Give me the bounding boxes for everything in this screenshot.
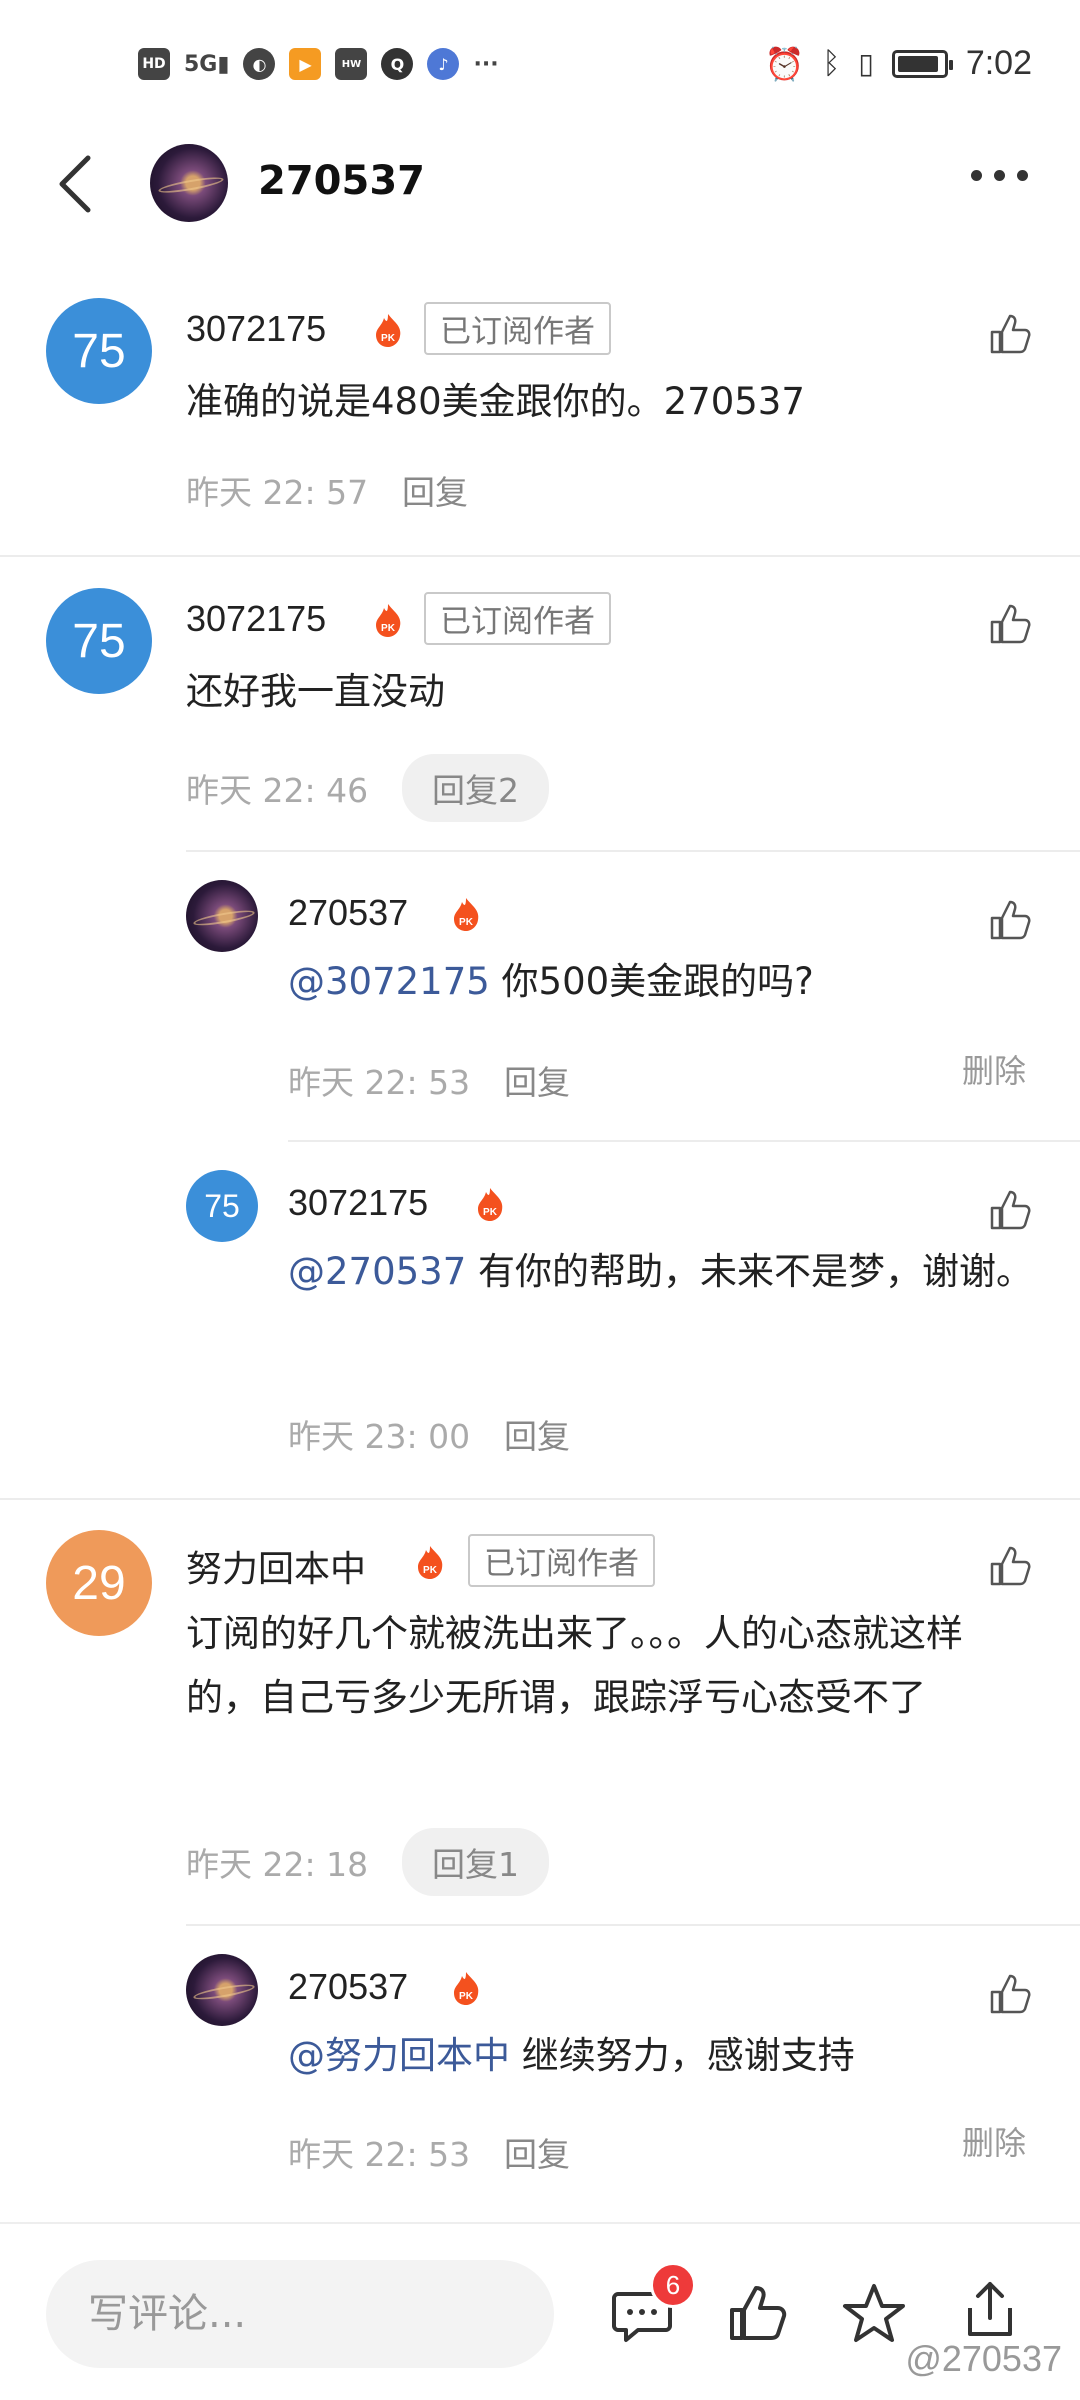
music-icon: ♪ — [427, 48, 460, 80]
video-app-icon: ▶ — [289, 48, 322, 80]
reply-user-avatar[interactable] — [186, 880, 258, 952]
reply-button[interactable]: 回复 — [402, 466, 468, 514]
reply-body: 继续努力，感谢支持 — [510, 2034, 855, 2077]
reply-body: 有你的帮助，未来不是梦，谢谢。 — [466, 1250, 1034, 1293]
comment-username[interactable]: 努力回本中 — [186, 1540, 366, 1592]
svg-text:PK: PK — [459, 1991, 474, 2002]
divider — [0, 1498, 1080, 1500]
5g-signal-icon: 5G▮ — [184, 51, 230, 77]
pk-fire-badge-icon: PK — [454, 898, 479, 931]
vibrate-icon: ▯ — [858, 47, 874, 80]
alarm-icon: ⏰ — [764, 44, 805, 83]
mention-link[interactable]: @270537 — [288, 1250, 466, 1293]
svg-text:PK: PK — [483, 1207, 498, 1218]
view-replies-button[interactable]: 回复1 — [402, 1828, 549, 1896]
svg-text:PK: PK — [459, 917, 474, 928]
write-comment-input[interactable]: 写评论... — [46, 2260, 554, 2368]
reply-body: 你500美金跟的吗? — [489, 960, 814, 1003]
reply-user-avatar[interactable] — [186, 1954, 258, 2026]
mention-link[interactable]: @努力回本中 — [288, 2034, 510, 2077]
comment-text: 还好我一直没动 — [186, 670, 445, 713]
reply-button[interactable]: 回复 — [504, 2128, 570, 2176]
pk-fire-badge-icon: PK — [376, 604, 401, 637]
pk-fire-badge-icon: PK — [454, 1972, 479, 2005]
mention-link[interactable]: @3072175 — [288, 960, 490, 1003]
reply-time: 昨天 23: 00 — [288, 1417, 471, 1456]
reply-username[interactable]: 270537 — [288, 1966, 408, 2008]
status-bar: HD 5G▮ ◐ ▶ HW Q ♪ ··· ⏰ ᛒ ▯ 7:02 — [0, 0, 1080, 130]
pk-fire-badge-icon: PK — [418, 1546, 443, 1579]
reply-user-avatar[interactable]: 75 — [186, 1170, 258, 1242]
status-icons-left: HD 5G▮ ◐ ▶ HW Q ♪ ··· — [138, 48, 499, 80]
reply-text: @270537 有你的帮助，未来不是梦，谢谢。 — [288, 1240, 1048, 1304]
back-arrow-icon[interactable] — [52, 152, 102, 216]
svg-text:PK: PK — [381, 623, 396, 634]
reply-button[interactable]: 回复 — [504, 1056, 570, 1104]
thumbs-up-icon[interactable] — [988, 1972, 1032, 2016]
hd-icon: HD — [138, 48, 170, 80]
comment-time: 昨天 22: 57 — [186, 473, 369, 512]
thumbs-up-icon[interactable] — [988, 312, 1032, 356]
comment-username[interactable]: 3072175 — [186, 598, 326, 640]
share-icon[interactable] — [958, 2278, 1022, 2342]
comment-text: 准确的说是480美金跟你的。270537 — [186, 380, 805, 423]
comment-username[interactable]: 3072175 — [186, 308, 326, 350]
view-replies-button[interactable]: 回复2 — [402, 754, 549, 822]
browser-icon: ◐ — [243, 48, 276, 80]
user-avatar[interactable]: 75 — [46, 298, 152, 404]
top-nav-bar: 270537 — [0, 130, 1080, 240]
subscribed-author-badge: 已订阅作者 — [424, 302, 611, 355]
reply-username[interactable]: 3072175 — [288, 1182, 428, 1224]
comment-time: 昨天 22: 18 — [186, 1845, 369, 1884]
comment-item: 75 3072175 PK 已订阅作者 还好我一直没动 昨天 22: 46 回复… — [0, 580, 1080, 1500]
comment-text: 订阅的好几个就被洗出来了。。。人的心态就这样的，自己亏多少无所谓，跟踪浮亏心态受… — [186, 1612, 963, 1719]
page-title[interactable]: 270537 — [258, 158, 425, 204]
thumbs-up-icon[interactable] — [988, 602, 1032, 646]
comment-item: 29 努力回本中 PK 已订阅作者 订阅的好几个就被洗出来了。。。人的心态就这样… — [0, 1522, 1080, 2222]
divider — [0, 555, 1080, 557]
thumbs-up-icon[interactable] — [988, 1188, 1032, 1232]
pk-fire-badge-icon: PK — [478, 1188, 503, 1221]
favorite-star-icon[interactable] — [842, 2282, 906, 2346]
user-avatar[interactable]: 75 — [46, 588, 152, 694]
battery-icon — [891, 49, 953, 78]
status-time: 7:02 — [965, 44, 1032, 82]
watermark: @270537 — [905, 2338, 1062, 2379]
bluetooth-icon: ᛒ — [822, 46, 841, 81]
divider — [186, 1924, 1080, 1926]
comment-item: 75 3072175 PK 已订阅作者 准确的说是480美金跟你的。270537… — [0, 290, 1080, 555]
reply-time: 昨天 22: 53 — [288, 2135, 471, 2174]
reply-username[interactable]: 270537 — [288, 892, 408, 934]
comment-count-badge: 6 — [650, 2262, 696, 2308]
reply-text: @努力回本中 继续努力，感谢支持 — [288, 2024, 1048, 2088]
thumbs-up-icon[interactable] — [988, 1544, 1032, 1588]
delete-button[interactable]: 删除 — [962, 1046, 1026, 1092]
more-options-icon[interactable] — [971, 170, 1028, 181]
author-avatar[interactable] — [150, 144, 228, 222]
bottom-action-bar: 写评论... 6 @270537 — [0, 2222, 1080, 2400]
divider — [288, 1140, 1080, 1142]
divider — [186, 850, 1080, 852]
like-icon[interactable] — [726, 2282, 790, 2346]
subscribed-author-badge: 已订阅作者 — [424, 592, 611, 645]
thumbs-up-icon[interactable] — [988, 898, 1032, 942]
reply-time: 昨天 22: 53 — [288, 1063, 471, 1102]
reply-button[interactable]: 回复 — [504, 1410, 570, 1458]
pk-fire-badge-icon: PK — [376, 314, 401, 347]
reply-text: @3072175 你500美金跟的吗? — [288, 950, 1048, 1014]
svg-text:PK: PK — [381, 333, 396, 344]
huawei-app-icon: HW — [335, 48, 368, 80]
comment-time: 昨天 22: 46 — [186, 771, 369, 810]
status-icons-right: ⏰ ᛒ ▯ 7:02 — [765, 44, 1032, 83]
subscribed-author-badge: 已订阅作者 — [468, 1534, 655, 1587]
user-avatar[interactable]: 29 — [46, 1530, 152, 1636]
more-notifications-icon: ··· — [473, 51, 499, 77]
svg-text:PK: PK — [423, 1565, 438, 1576]
qq-icon: Q — [381, 48, 414, 80]
delete-button[interactable]: 删除 — [962, 2118, 1026, 2164]
